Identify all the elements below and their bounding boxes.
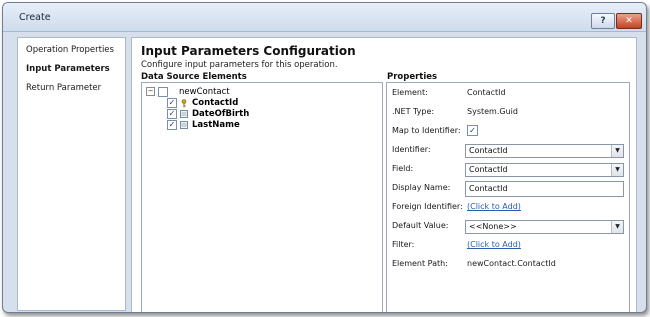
net-type-value: System.Guid (467, 107, 518, 116)
field-value: ContactId (469, 165, 508, 174)
data-source-tree: − newContact ✓ ContactId ✓ DateOfBirth ✓… (141, 82, 383, 312)
key-icon (180, 98, 188, 107)
element-path-label: Element Path: (392, 259, 448, 268)
foreign-identifier-label: Foreign Identifier: (392, 202, 463, 211)
help-button[interactable]: ? (591, 13, 615, 29)
field-icon (180, 120, 188, 129)
field-icon (180, 109, 188, 118)
properties-panel: Element: ContactId .NET Type: System.Gui… (386, 82, 630, 312)
element-path-value: newContact.ContactId (467, 259, 556, 268)
close-button[interactable]: ✕ (616, 13, 642, 29)
contactid-checkbox[interactable]: ✓ (167, 97, 177, 108)
tree-item-lastname[interactable]: ✓ LastName (167, 119, 240, 130)
properties-header: Properties (387, 72, 438, 82)
field-label: Field: (392, 164, 414, 173)
map-to-identifier-checkbox[interactable]: ✓ (467, 125, 478, 136)
foreign-identifier-link[interactable]: (Click to Add) (467, 202, 521, 211)
chevron-down-icon[interactable]: ▼ (611, 221, 623, 233)
identifier-select[interactable]: ContactId ▼ (465, 144, 624, 158)
create-dialog: Create ? ✕ Operation Properties Input Pa… (2, 2, 647, 313)
map-to-identifier-label: Map to Identifier: (392, 126, 461, 135)
tree-item-label: DateOfBirth (192, 108, 250, 119)
element-value: ContactId (467, 88, 506, 97)
collapse-icon[interactable]: − (146, 87, 155, 96)
tree-item-contactid[interactable]: ✓ ContactId (167, 97, 238, 108)
default-value-label: Default Value: (392, 221, 449, 230)
field-select[interactable]: ContactId ▼ (465, 163, 624, 177)
tree-item-label: ContactId (192, 97, 239, 108)
data-source-elements-header: Data Source Elements (141, 72, 247, 82)
identifier-value: ContactId (469, 146, 508, 155)
title-bar[interactable]: Create ? ✕ (3, 3, 646, 32)
tree-root-checkbox[interactable] (158, 86, 168, 97)
sidebar-item-operation-properties[interactable]: Operation Properties (26, 45, 114, 55)
tree-root-label: newContact (179, 86, 230, 97)
chevron-down-icon[interactable]: ▼ (611, 145, 623, 157)
filter-label: Filter: (392, 240, 415, 249)
tree-item-label: LastName (192, 119, 240, 130)
identifier-label: Identifier: (392, 145, 431, 154)
sidebar: Operation Properties Input Parameters Re… (17, 37, 126, 311)
page-title: Input Parameters Configuration (141, 44, 356, 58)
main-content: Input Parameters Configuration Configure… (131, 37, 637, 312)
display-name-value: ContactId (469, 184, 508, 193)
default-value-select[interactable]: <<None>> ▼ (465, 220, 624, 234)
element-label: Element: (392, 88, 428, 97)
dateofbirth-checkbox[interactable]: ✓ (167, 108, 177, 119)
window-title: Create (19, 12, 51, 23)
page-description: Configure input parameters for this oper… (141, 60, 338, 70)
display-name-label: Display Name: (392, 183, 451, 192)
tree-root-row[interactable]: − newContact (146, 86, 230, 97)
sidebar-item-return-parameter[interactable]: Return Parameter (26, 83, 101, 93)
chevron-down-icon[interactable]: ▼ (611, 164, 623, 176)
net-type-label: .NET Type: (392, 107, 435, 116)
default-value-value: <<None>> (469, 222, 517, 231)
filter-link[interactable]: (Click to Add) (467, 240, 521, 249)
tree-item-dateofbirth[interactable]: ✓ DateOfBirth (167, 108, 249, 119)
lastname-checkbox[interactable]: ✓ (167, 119, 177, 130)
display-name-input[interactable]: ContactId (465, 181, 624, 197)
sidebar-item-input-parameters[interactable]: Input Parameters (26, 64, 110, 74)
